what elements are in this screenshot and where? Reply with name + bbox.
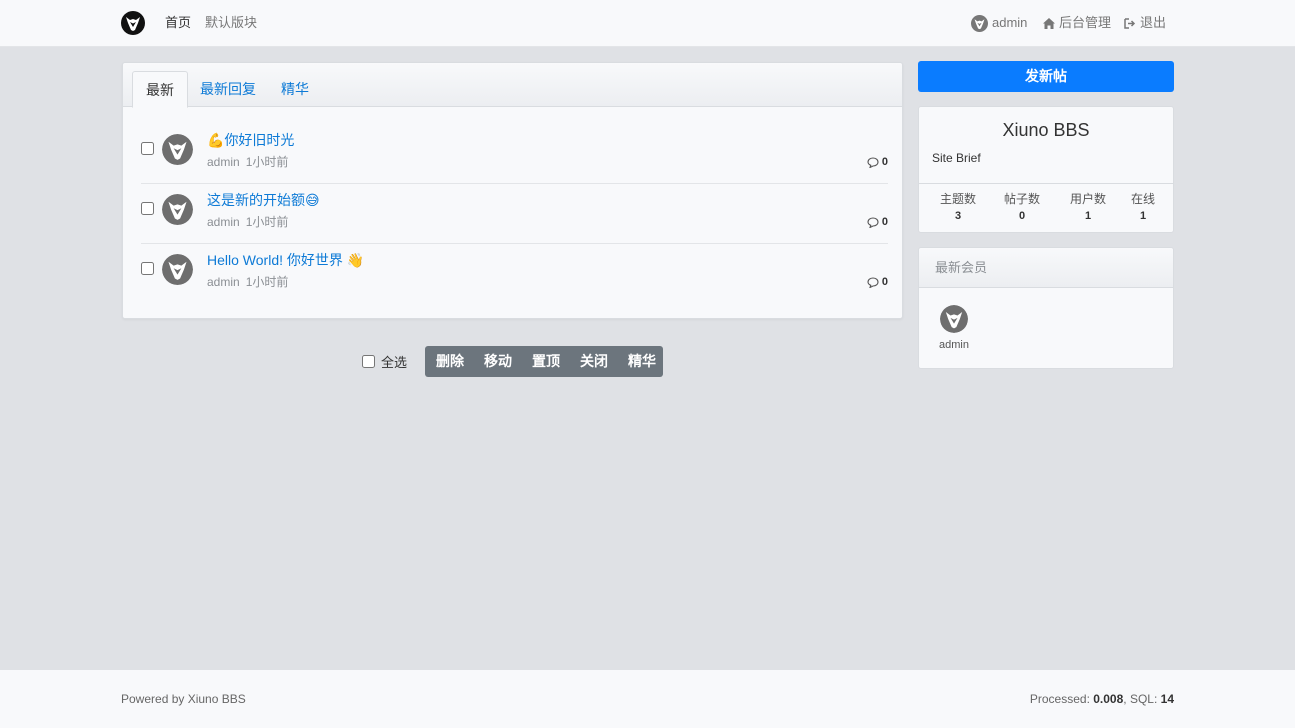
thread-author[interactable]: admin (207, 155, 240, 169)
thread-meta: admin 1小时前 (207, 215, 288, 229)
thread-checkbox[interactable] (141, 262, 154, 275)
sql-label: , SQL: (1123, 692, 1161, 706)
home-icon (1043, 17, 1055, 29)
sign-out-icon (1124, 17, 1136, 29)
processed-label: Processed: (1029, 692, 1094, 706)
thread-author[interactable]: admin (207, 215, 240, 229)
member-name: admin (939, 339, 969, 351)
select-all-label: 全选 (381, 355, 408, 370)
thread-title-text: 你好旧时光 (224, 132, 295, 148)
digest-button[interactable]: 精华 (618, 346, 666, 377)
divider (919, 183, 1173, 184)
nav-user-link[interactable]: admin (971, 14, 1027, 32)
thread-title-text: Hello World! 你好世界 (207, 252, 347, 268)
stat-label: 用户数 (1069, 192, 1106, 206)
powered-by-text: Powered by Xiuno BBS (121, 692, 246, 706)
author-avatar-icon[interactable] (162, 194, 193, 225)
stat-users: 用户数 1 (1063, 192, 1113, 223)
stat-label: 主题数 (939, 192, 976, 206)
thread-title-emoji-suffix: 👋 (346, 252, 365, 268)
nav-admin-panel-link[interactable]: 后台管理 (1043, 14, 1111, 32)
tab-latest-replies[interactable]: 最新回复 (187, 71, 269, 107)
stat-label: 在线 (1130, 192, 1155, 206)
stat-value: 3 (954, 210, 962, 222)
stat-posts: 帖子数 0 (997, 192, 1047, 223)
thread-reply-count: 0 (867, 275, 888, 289)
thread-title-text: 这是新的开始额 (207, 192, 305, 208)
thread-time: 1小时前 (245, 155, 289, 169)
top-navbar: 首页 默认版块 admin 后台管理 退出 (0, 0, 1295, 47)
thread-title-emoji: 💪 (207, 132, 225, 148)
nav-username: admin (992, 15, 1028, 30)
comment-icon (867, 276, 879, 288)
nav-home-link[interactable]: 首页 (165, 15, 191, 31)
thread-row: 💪你好旧时光 admin 1小时前 0 (141, 124, 888, 184)
nav-logout-label: 退出 (1140, 15, 1167, 30)
nav-admin-panel-label: 后台管理 (1059, 15, 1112, 30)
tab-latest[interactable]: 最新 (132, 71, 188, 108)
latest-members-title: 最新会员 (935, 260, 988, 275)
site-name: Xiuno BBS (1002, 120, 1090, 140)
comment-icon (867, 156, 879, 168)
processing-stats: Processed: 0.008, SQL: 14 (1030, 692, 1174, 706)
site-brief: Site Brief (932, 151, 981, 165)
reply-count-value: 0 (881, 276, 888, 288)
reply-count-value: 0 (881, 156, 888, 168)
thread-checkbox[interactable] (141, 202, 154, 215)
thread-reply-count: 0 (867, 155, 888, 169)
user-avatar-icon (971, 14, 988, 32)
thread-meta: admin 1小时前 (207, 155, 288, 169)
thread-meta: admin 1小时前 (207, 275, 288, 289)
xiuno-logo-icon[interactable] (121, 11, 145, 35)
sticky-button[interactable]: 置顶 (522, 346, 570, 377)
thread-title-emoji-suffix: 😅 (305, 192, 320, 208)
thread-reply-count: 0 (867, 215, 888, 229)
stat-value: 1 (1084, 210, 1092, 222)
footer: Powered by Xiuno BBS Processed: 0.008, S… (0, 670, 1295, 728)
site-info-card: Xiuno BBS Site Brief 主题数 3 帖子数 0 用户数 1 在… (918, 106, 1174, 233)
thread-checkbox[interactable] (141, 142, 154, 155)
stat-threads: 主题数 3 (933, 192, 983, 223)
stat-value: 0 (1018, 210, 1026, 222)
new-post-button[interactable]: 发新帖 (918, 61, 1174, 92)
thread-title-link[interactable]: 💪你好旧时光 (207, 130, 294, 150)
thread-title-link[interactable]: Hello World! 你好世界 👋 (207, 250, 364, 270)
author-avatar-icon[interactable] (162, 134, 193, 165)
moderation-button-group: 删除 移动 置顶 关闭 精华 (425, 346, 663, 377)
close-button[interactable]: 关闭 (570, 346, 618, 377)
thread-title-link[interactable]: 这是新的开始额😅 (207, 190, 320, 210)
thread-row: Hello World! 你好世界 👋 admin 1小时前 0 (141, 244, 888, 304)
reply-count-value: 0 (881, 216, 888, 228)
select-all-checkbox[interactable] (362, 355, 375, 368)
comment-icon (867, 216, 879, 228)
thread-tabs: 最新 最新回复 精华 (123, 63, 902, 108)
move-button[interactable]: 移动 (474, 346, 522, 377)
thread-author[interactable]: admin (207, 275, 240, 289)
sql-value: 14 (1160, 692, 1174, 706)
stat-value: 1 (1139, 210, 1147, 222)
thread-time: 1小时前 (245, 275, 289, 289)
processed-value: 0.008 (1093, 692, 1124, 706)
latest-members-card: 最新会员 admin (918, 247, 1174, 369)
delete-button[interactable]: 删除 (425, 346, 474, 377)
latest-members-header: 最新会员 (919, 248, 1173, 288)
thread-time: 1小时前 (245, 215, 289, 229)
nav-default-forum-link[interactable]: 默认版块 (205, 15, 257, 31)
member-avatar-icon (940, 305, 968, 333)
tab-digest[interactable]: 精华 (268, 71, 322, 107)
select-all-toggle[interactable]: 全选 (362, 352, 407, 371)
thread-row: 这是新的开始额😅 admin 1小时前 0 (141, 184, 888, 244)
author-avatar-icon[interactable] (162, 254, 193, 285)
stat-online: 在线 1 (1118, 192, 1168, 223)
stat-label: 帖子数 (1003, 192, 1040, 206)
member-item[interactable]: admin (936, 305, 972, 352)
nav-logout-link[interactable]: 退出 (1124, 14, 1166, 32)
thread-list-card: 最新 最新回复 精华 💪你好旧时光 admin 1小时前 0 这是新的开始额😅 a… (122, 62, 903, 319)
